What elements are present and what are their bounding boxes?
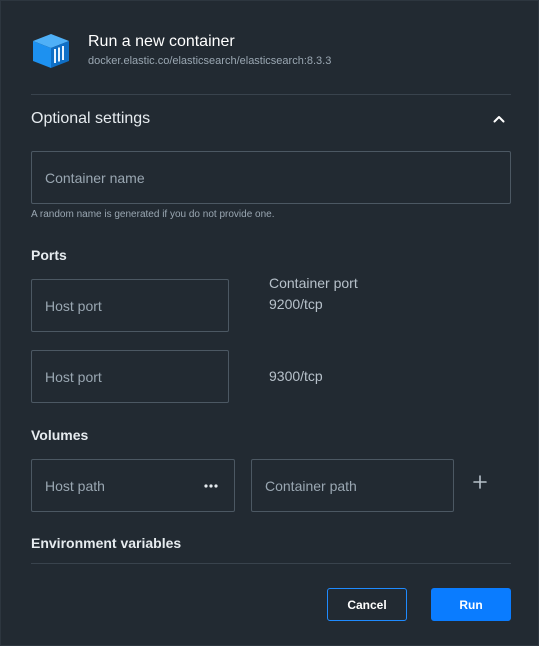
optional-settings-title: Optional settings [31,110,151,127]
container-icon [31,33,71,69]
container-name-helper: A random name is generated if you do not… [31,209,275,220]
optional-settings-header[interactable]: Optional settings [31,109,511,131]
host-port-input[interactable] [32,280,228,331]
container-port-value: 9200/tcp [269,296,323,312]
chevron-up-icon[interactable] [491,111,507,127]
host-port-field-2[interactable] [31,350,229,403]
container-port-value: 9300/tcp [269,368,323,384]
more-horizontal-icon[interactable] [202,477,220,495]
image-name: docker.elastic.co/elasticsearch/elastics… [88,55,332,67]
container-name-field[interactable] [31,151,511,204]
host-path-field[interactable] [31,459,235,512]
dialog-title: Run a new container [88,33,235,50]
run-button[interactable]: Run [431,588,511,621]
environment-variables-label: Environment variables [31,535,182,551]
volumes-label: Volumes [31,427,89,443]
host-port-field-1[interactable] [31,279,229,332]
footer-divider [31,563,511,564]
container-name-input[interactable] [32,152,510,203]
plus-icon[interactable] [471,473,489,491]
cancel-button[interactable]: Cancel [327,588,407,621]
dialog-header: Run a new container docker.elastic.co/el… [31,31,511,71]
ports-label: Ports [31,247,67,263]
container-path-field[interactable] [251,459,454,512]
container-path-input[interactable] [252,460,453,511]
header-divider [31,94,511,95]
run-container-dialog: Run a new container docker.elastic.co/el… [0,0,539,646]
host-port-input[interactable] [32,351,228,402]
container-port-header: Container port [269,275,358,291]
